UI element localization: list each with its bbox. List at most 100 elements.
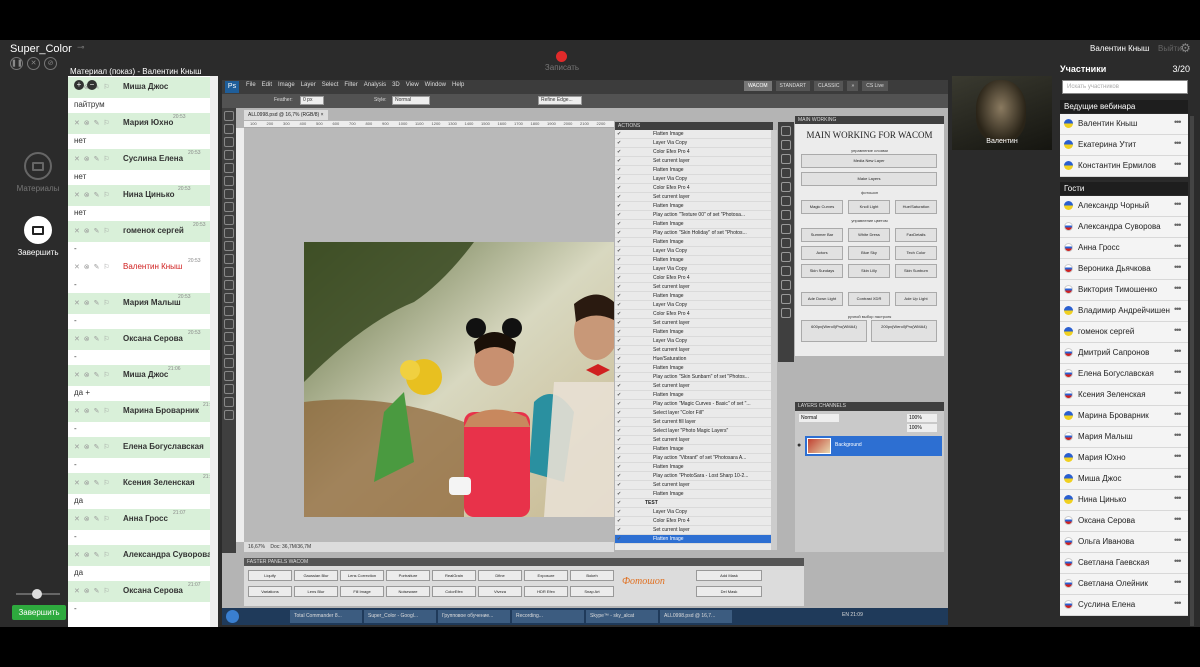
pause-icon[interactable]: ❚❚ — [10, 57, 23, 70]
panel-icon[interactable] — [781, 252, 791, 262]
more-options-icon[interactable]: ••• — [1174, 220, 1182, 230]
chat-scrollbar[interactable] — [210, 76, 218, 627]
checkmark-icon[interactable]: ✔ — [617, 148, 621, 156]
message-actions-icons[interactable]: ✕ ⊗ ✎ ⚐ — [74, 299, 111, 307]
ps-tool-icon[interactable] — [224, 293, 234, 303]
more-options-icon[interactable]: ••• — [1174, 283, 1182, 293]
ps-tool-icon[interactable] — [224, 150, 234, 160]
mw-action-button[interactable]: Ade Down Light — [801, 292, 843, 306]
message-actions-icons[interactable]: ✕ ⊗ ✎ ⚐ — [74, 551, 111, 559]
action-row[interactable]: ✔ Color Efex Pro 4 — [615, 517, 773, 526]
checkmark-icon[interactable]: ✔ — [617, 535, 621, 543]
action-row[interactable]: ✔ Layer Via Copy — [615, 508, 773, 517]
more-options-icon[interactable]: ••• — [1174, 514, 1182, 524]
action-row[interactable]: ✔ Set current layer — [615, 346, 773, 355]
layer-row-background[interactable]: Background — [805, 436, 942, 456]
action-row[interactable]: ✔ Flatten Image — [615, 445, 773, 454]
start-button[interactable] — [226, 610, 239, 623]
action-row[interactable]: ✔ Flatten Image — [615, 166, 773, 175]
taskbar-item[interactable]: Skype™ - sky_alcat — [586, 610, 658, 623]
pin-icon[interactable]: ⊸ — [77, 42, 85, 53]
panel-icon[interactable] — [781, 126, 791, 136]
checkmark-icon[interactable]: ✔ — [617, 211, 621, 219]
action-row[interactable]: ✔ Layer Via Copy — [615, 265, 773, 274]
ps-tool-icon[interactable] — [224, 176, 234, 186]
ps-tool-icon[interactable] — [224, 267, 234, 277]
mw-action-button[interactable]: Skin Lilly — [848, 264, 890, 278]
action-row[interactable]: ✔ Play action "Skin Sunbarn" of set "Phot… — [615, 373, 773, 382]
participant-row[interactable]: Нина Цинько ••• — [1060, 490, 1188, 511]
checkmark-icon[interactable]: ✔ — [617, 445, 621, 453]
action-row[interactable]: ✔ Set current layer — [615, 319, 773, 328]
faster-panel-button[interactable]: Dfine — [478, 570, 522, 581]
participant-row[interactable]: Мария Малыш ••• — [1060, 427, 1188, 448]
more-options-icon[interactable]: ••• — [1174, 304, 1182, 314]
mw-action-button[interactable]: Make Layers — [801, 172, 937, 186]
taskbar-item[interactable]: Super_Color - Googl... — [364, 610, 436, 623]
more-options-icon[interactable]: ••• — [1174, 409, 1182, 419]
action-row[interactable]: ✔ Flatten Image — [615, 463, 773, 472]
action-row[interactable]: ✔ Flatten Image — [615, 256, 773, 265]
action-row[interactable]: ✔ Color Efex Pro 4 — [615, 148, 773, 157]
action-row[interactable]: ✔ Set current layer — [615, 283, 773, 292]
participant-row[interactable]: Миша Джос ••• — [1060, 469, 1188, 490]
workspace-button[interactable]: » — [847, 81, 859, 91]
ps-tool-icon[interactable] — [224, 241, 234, 251]
checkmark-icon[interactable]: ✔ — [617, 301, 621, 309]
action-row[interactable]: ✔ Set current layer — [615, 481, 773, 490]
finish-webinar-button[interactable]: Завершить — [12, 605, 66, 620]
mw-action-button[interactable]: Tech Color — [895, 246, 937, 260]
checkmark-icon[interactable]: ✔ — [617, 409, 621, 417]
participant-row[interactable]: Марина Броварник ••• — [1060, 406, 1188, 427]
checkmark-icon[interactable]: ✔ — [617, 220, 621, 228]
participant-row[interactable]: Владимир Андрейчишен ••• — [1060, 301, 1188, 322]
mw-action-button[interactable]: Contrast XDR — [848, 292, 890, 306]
action-row[interactable]: ✔ Play action "Magic Curves - Basic" of s… — [615, 400, 773, 409]
ps-tool-icon[interactable] — [224, 384, 234, 394]
message-actions-icons[interactable]: ✕ ⊗ ✎ ⚐ — [74, 515, 111, 523]
more-options-icon[interactable]: ••• — [1174, 262, 1182, 272]
taskbar-item[interactable]: ALL0998.psd @ 16,7... — [660, 610, 732, 623]
action-row[interactable]: ✔ Flatten Image — [615, 364, 773, 373]
ps-tool-icon[interactable] — [224, 202, 234, 212]
checkmark-icon[interactable]: ✔ — [617, 256, 621, 264]
message-actions-icons[interactable]: ✕ ⊗ ✎ ⚐ — [74, 479, 111, 487]
mw-action-button[interactable]: Summer Bar — [801, 228, 843, 242]
action-row[interactable]: ✔ Layer Via Copy — [615, 247, 773, 256]
action-row[interactable]: ✔ Set current layer — [615, 382, 773, 391]
checkmark-icon[interactable]: ✔ — [617, 193, 621, 201]
action-row[interactable]: ✔ Flatten Image — [615, 238, 773, 247]
more-options-icon[interactable]: ••• — [1174, 325, 1182, 335]
mw-action-button[interactable]: Skin Sunburn — [895, 264, 937, 278]
mw-action-button[interactable]: Hue/Saturation — [895, 200, 937, 214]
feather-input[interactable]: 0 px — [300, 96, 324, 105]
more-options-icon[interactable]: ••• — [1174, 598, 1182, 608]
checkmark-icon[interactable]: ✔ — [617, 310, 621, 318]
checkmark-icon[interactable]: ✔ — [617, 463, 621, 471]
more-options-icon[interactable]: ••• — [1174, 367, 1182, 377]
action-row[interactable]: ✔ Select layer "Color Fill" — [615, 409, 773, 418]
checkmark-icon[interactable]: ✔ — [617, 238, 621, 246]
ps-tool-icon[interactable] — [224, 228, 234, 238]
ps-menu-item[interactable]: Analysis — [364, 82, 386, 88]
faster-panel-button[interactable]: Exposure — [524, 570, 568, 581]
panel-icon[interactable] — [781, 266, 791, 276]
zoom-out-icon[interactable]: − — [87, 80, 97, 90]
action-row[interactable]: ✔ Play action "Skin Holiday" of set "Phot… — [615, 229, 773, 238]
message-actions-icons[interactable]: ✕ ⊗ ✎ ⚐ — [74, 587, 111, 595]
action-row[interactable]: ✔ Hue/Saturation — [615, 355, 773, 364]
checkmark-icon[interactable]: ✔ — [617, 490, 621, 498]
checkmark-icon[interactable]: ✔ — [617, 517, 621, 525]
panel-icon[interactable] — [781, 140, 791, 150]
checkmark-icon[interactable]: ✔ — [617, 499, 621, 507]
ps-tool-icon[interactable] — [224, 345, 234, 355]
more-options-icon[interactable]: ••• — [1174, 388, 1182, 398]
style-select[interactable]: Normal — [392, 96, 430, 105]
checkmark-icon[interactable]: ✔ — [617, 364, 621, 372]
ps-tool-icon[interactable] — [224, 332, 234, 342]
ps-tool-icon[interactable] — [224, 410, 234, 420]
checkmark-icon[interactable]: ✔ — [617, 130, 621, 138]
checkmark-icon[interactable]: ✔ — [617, 436, 621, 444]
ps-tool-icon[interactable] — [224, 371, 234, 381]
checkmark-icon[interactable]: ✔ — [617, 508, 621, 516]
